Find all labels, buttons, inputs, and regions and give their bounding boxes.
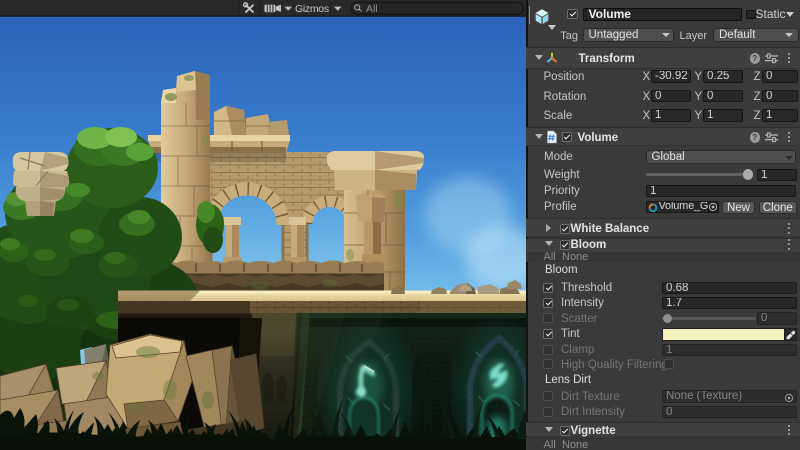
svg-text:All: All [366,3,378,15]
svg-text:Gizmos: Gizmos [295,3,329,15]
